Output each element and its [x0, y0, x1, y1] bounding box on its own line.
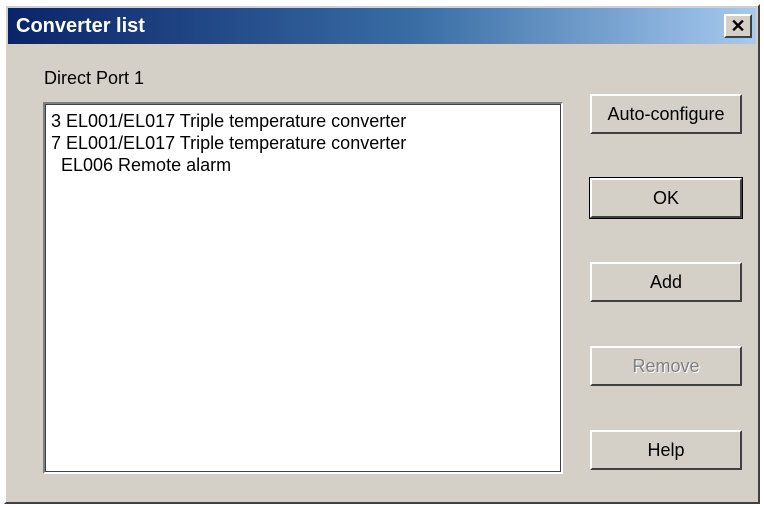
remove-button: Remove [590, 346, 742, 386]
list-item[interactable]: EL006 Remote alarm [51, 154, 555, 176]
add-button[interactable]: Add [590, 262, 742, 302]
title-bar[interactable]: Converter list ✕ [8, 8, 756, 44]
auto-configure-button[interactable]: Auto-configure [590, 94, 742, 134]
close-button[interactable]: ✕ [724, 14, 752, 38]
list-item[interactable]: 3 EL001/EL017 Triple temperature convert… [51, 110, 555, 132]
converter-listbox[interactable]: 3 EL001/EL017 Triple temperature convert… [43, 102, 563, 474]
help-button[interactable]: Help [590, 430, 742, 470]
ok-button[interactable]: OK [589, 177, 743, 219]
list-item[interactable]: 7 EL001/EL017 Triple temperature convert… [51, 132, 555, 154]
converter-list-dialog: Converter list ✕ Direct Port 1 3 EL001/E… [4, 4, 760, 504]
port-label: Direct Port 1 [44, 68, 145, 88]
close-icon: ✕ [730, 16, 746, 36]
window-title: Converter list [16, 15, 145, 37]
